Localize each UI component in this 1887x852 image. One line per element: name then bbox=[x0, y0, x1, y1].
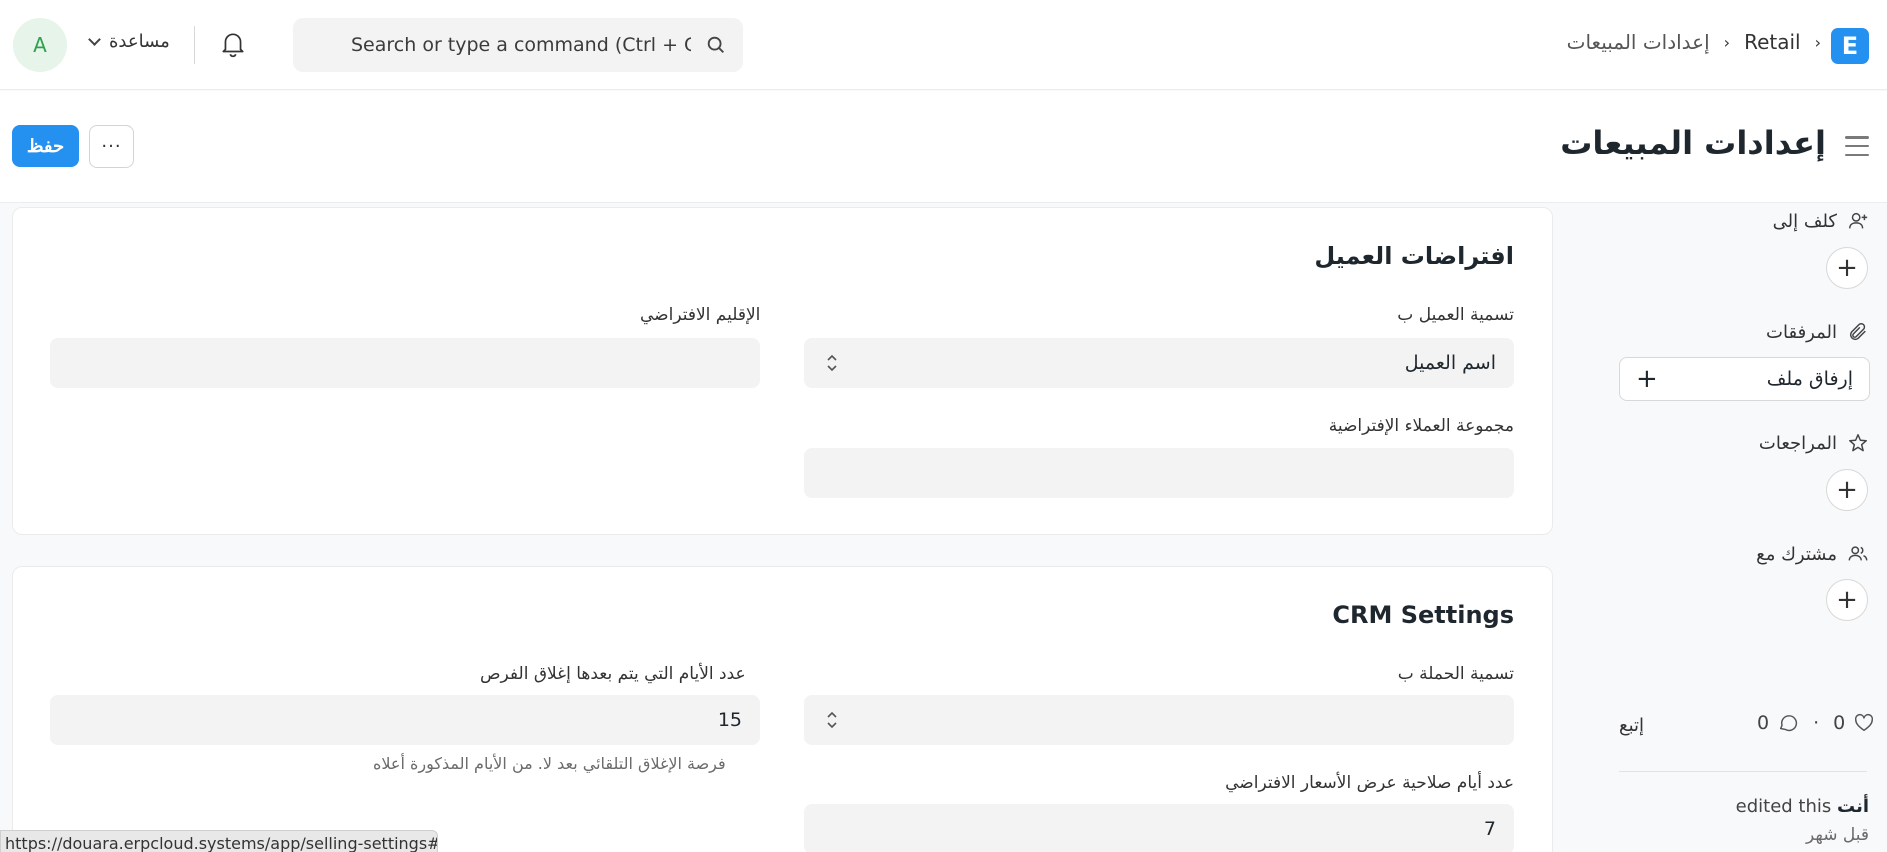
quotation-validity-input[interactable]: 7 bbox=[804, 804, 1514, 852]
search-input[interactable] bbox=[351, 34, 691, 56]
more-actions-button[interactable]: ··· bbox=[89, 125, 134, 168]
default-customer-group-label: مجموعة العملاء الإفتراضية bbox=[1328, 416, 1514, 436]
attach-file-button[interactable]: + إرفاق ملف bbox=[1619, 357, 1870, 401]
customer-naming-label: تسمية العميل ب bbox=[1397, 305, 1514, 325]
reviews-label: المراجعات bbox=[1759, 432, 1869, 454]
breadcrumb-separator: › bbox=[1723, 32, 1731, 52]
crm-settings-section: CRM Settings تسمية الحملة ب عدد الأيام ا… bbox=[12, 566, 1553, 852]
close-opportunity-days-input[interactable]: 15 bbox=[50, 695, 760, 745]
breadcrumb-separator: › bbox=[1814, 32, 1821, 52]
search-bar[interactable] bbox=[293, 18, 743, 72]
add-assignee-button[interactable]: + bbox=[1826, 247, 1868, 289]
customer-defaults-section: افتراضات العميل تسمية العميل ب اسم العمي… bbox=[12, 207, 1553, 535]
app-logo[interactable]: E bbox=[1831, 28, 1869, 64]
plus-icon: + bbox=[1636, 364, 1658, 394]
customer-naming-select[interactable]: اسم العميل bbox=[804, 338, 1514, 388]
select-caret-icon bbox=[827, 711, 837, 729]
shared-with-text: مشترك مع bbox=[1756, 543, 1837, 565]
assigned-to-text: كلف إلى bbox=[1772, 210, 1837, 232]
likes-count: 0 bbox=[1833, 712, 1846, 734]
navbar: A مساعدة إعدادات المبيعات › Retail › E bbox=[0, 0, 1887, 90]
sidebar-toggle-icon[interactable] bbox=[1845, 136, 1869, 156]
add-user-icon bbox=[1849, 212, 1868, 229]
add-review-button[interactable]: + bbox=[1826, 469, 1868, 511]
dot-separator: · bbox=[1813, 712, 1820, 734]
breadcrumb-retail[interactable]: Retail bbox=[1744, 30, 1801, 54]
section-title-customer-defaults: افتراضات العميل bbox=[1314, 242, 1514, 270]
users-icon bbox=[1848, 546, 1868, 561]
likes-comments-counts: 0 · 0 bbox=[1757, 712, 1875, 734]
heart-icon[interactable] bbox=[1853, 712, 1875, 734]
campaign-naming-label: تسمية الحملة ب bbox=[1397, 664, 1514, 684]
follow-button[interactable]: إتبع bbox=[1619, 715, 1644, 736]
close-opportunity-help-text: فرصة الإغلاق التلقائي بعد لا. من الأيام … bbox=[373, 754, 726, 773]
customer-naming-value: اسم العميل bbox=[1404, 352, 1496, 374]
star-icon bbox=[1849, 434, 1867, 452]
activity-entry: edited this أنت bbox=[1736, 796, 1869, 817]
paperclip-icon bbox=[1849, 323, 1866, 341]
close-opportunity-days-label: عدد الأيام التي يتم بعدها إغلاق الفرص bbox=[480, 664, 746, 684]
reviews-text: المراجعات bbox=[1758, 432, 1837, 454]
bell-icon[interactable] bbox=[220, 30, 246, 58]
breadcrumb: إعدادات المبيعات › Retail › bbox=[1567, 30, 1821, 54]
assigned-to-label: كلف إلى bbox=[1773, 210, 1869, 232]
select-caret-icon bbox=[827, 354, 837, 372]
attachments-label: المرفقات bbox=[1766, 321, 1869, 343]
campaign-naming-select[interactable] bbox=[804, 695, 1514, 745]
navbar-divider bbox=[194, 26, 195, 64]
add-share-button[interactable]: + bbox=[1826, 579, 1868, 621]
comment-icon[interactable] bbox=[1777, 712, 1799, 734]
activity-user[interactable]: أنت bbox=[1837, 796, 1869, 817]
status-bar-url: https://douara.erpcloud.systems/app/sell… bbox=[0, 830, 438, 852]
activity-timestamp: قبل شهر bbox=[1806, 825, 1869, 845]
default-territory-input[interactable] bbox=[50, 338, 760, 388]
activity-text: edited this bbox=[1735, 796, 1832, 817]
chevron-down-icon bbox=[88, 32, 101, 46]
user-avatar[interactable]: A bbox=[13, 18, 67, 72]
save-button[interactable]: حفظ bbox=[12, 125, 79, 167]
section-title-crm-settings: CRM Settings bbox=[1332, 601, 1514, 629]
breadcrumb-current[interactable]: إعدادات المبيعات bbox=[1567, 30, 1710, 54]
default-customer-group-input[interactable] bbox=[804, 448, 1514, 498]
sidebar-divider bbox=[1619, 771, 1867, 772]
comments-count: 0 bbox=[1757, 712, 1770, 734]
attachments-text: المرفقات bbox=[1766, 321, 1837, 343]
shared-with-label: مشترك مع bbox=[1756, 543, 1869, 565]
page-title: إعدادات المبيعات bbox=[1560, 124, 1826, 162]
search-icon bbox=[707, 36, 724, 53]
default-territory-label: الإقليم الافتراضي bbox=[640, 305, 761, 325]
help-label: مساعدة bbox=[109, 31, 170, 52]
help-dropdown[interactable]: مساعدة bbox=[88, 31, 170, 52]
attach-file-label: إرفاق ملف bbox=[1766, 368, 1853, 390]
quotation-validity-label: عدد أيام صلاحية عرض الأسعار الافتراضي bbox=[1225, 773, 1514, 793]
